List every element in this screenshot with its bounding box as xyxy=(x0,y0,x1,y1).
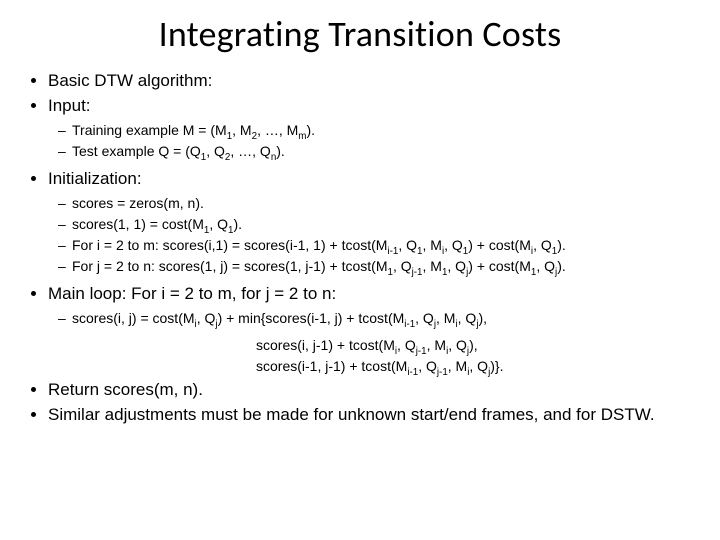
slide-title: Integrating Transition Costs xyxy=(20,12,700,56)
bullet-input: Input: Training example M = (M1, M2, …, … xyxy=(48,95,700,162)
bullet-main-loop-label: Main loop: For i = 2 to m, for j = 2 to … xyxy=(48,284,336,303)
sublist-main-loop: scores(i, j) = cost(Mi, Qj) + min{scores… xyxy=(48,308,700,329)
aligned-line-2: scores(i, j-1) + tcost(Mi, Qj-1, Mi, Qj)… xyxy=(48,335,700,356)
bullet-input-label: Input: xyxy=(48,96,91,115)
sub-for-i: For i = 2 to m: scores(i,1) = scores(i-1… xyxy=(72,235,700,256)
bullet-similar-adjust: Similar adjustments must be made for unk… xyxy=(48,404,700,427)
bullet-initialization: Initialization: scores = zeros(m, n). sc… xyxy=(48,168,700,277)
slide: Integrating Transition Costs Basic DTW a… xyxy=(0,0,720,540)
sub-test-example: Test example Q = (Q1, Q2, …, Qn). xyxy=(72,141,700,162)
sub-zeros: scores = zeros(m, n). xyxy=(72,193,700,214)
bullet-return: Return scores(m, n). xyxy=(48,379,700,402)
sub-training-example: Training example M = (M1, M2, …, Mm). xyxy=(72,120,700,141)
bullet-main-loop: Main loop: For i = 2 to m, for j = 2 to … xyxy=(48,283,700,377)
sub-scores11: scores(1, 1) = cost(M1, Q1). xyxy=(72,214,700,235)
bullet-initialization-label: Initialization: xyxy=(48,169,142,188)
bullet-basic-dtw: Basic DTW algorithm: xyxy=(48,70,700,93)
aligned-line-3: scores(i-1, j-1) + tcost(Mi-1, Qj-1, Mi,… xyxy=(48,356,700,377)
sub-for-j: For j = 2 to n: scores(1, j) = scores(1,… xyxy=(72,256,700,277)
sub-scores-ij: scores(i, j) = cost(Mi, Qj) + min{scores… xyxy=(72,308,700,329)
sublist-initialization: scores = zeros(m, n). scores(1, 1) = cos… xyxy=(48,193,700,277)
sublist-input: Training example M = (M1, M2, …, Mm). Te… xyxy=(48,120,700,162)
bullet-list: Basic DTW algorithm: Input: Training exa… xyxy=(20,70,700,427)
